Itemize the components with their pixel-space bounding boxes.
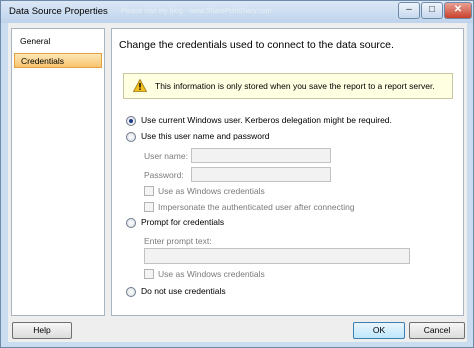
ok-button[interactable]: OK	[353, 322, 405, 339]
page-navigation: General Credentials	[11, 28, 105, 316]
password-field[interactable]	[191, 167, 331, 182]
nav-item-credentials[interactable]: Credentials	[14, 53, 102, 68]
info-banner: This information is only stored when you…	[123, 73, 453, 99]
prompt-text-field[interactable]	[144, 248, 410, 264]
user-name-field[interactable]	[191, 148, 331, 163]
warning-icon	[133, 79, 147, 92]
prompt-text-label: Enter prompt text:	[144, 236, 212, 246]
impersonate-checkbox[interactable]	[144, 202, 154, 212]
use-windows-credentials-checkbox-2[interactable]	[144, 269, 154, 279]
radio-no-credentials-label[interactable]: Do not use credentials	[141, 286, 226, 296]
impersonate-label: Impersonate the authenticated user after…	[158, 202, 355, 212]
maximize-button[interactable]: □	[421, 2, 443, 19]
info-text: This information is only stored when you…	[155, 81, 435, 91]
minimize-button[interactable]: –	[398, 2, 420, 19]
cancel-button[interactable]: Cancel	[409, 322, 465, 339]
dialog-body: General Credentials Change the credentia…	[8, 23, 467, 342]
dialog-window: Data Source Properties Please visit my b…	[0, 0, 474, 348]
use-windows-credentials-label-1: Use as Windows credentials	[158, 186, 265, 196]
window-title: Data Source Properties	[9, 6, 108, 17]
panel-heading: Change the credentials used to connect t…	[119, 39, 394, 51]
watermark-text: Please visit my blog - www.SharePointDia…	[121, 8, 272, 15]
use-windows-credentials-label-2: Use as Windows credentials	[158, 269, 265, 279]
use-windows-credentials-checkbox-1[interactable]	[144, 186, 154, 196]
close-button[interactable]: ✕	[444, 2, 472, 19]
radio-user-password[interactable]	[126, 132, 136, 142]
password-label: Password:	[144, 170, 184, 180]
help-button[interactable]: Help	[12, 322, 72, 339]
radio-user-password-label[interactable]: Use this user name and password	[141, 131, 270, 141]
radio-windows-user[interactable]	[126, 116, 136, 126]
radio-prompt-label[interactable]: Prompt for credentials	[141, 217, 224, 227]
radio-prompt[interactable]	[126, 218, 136, 228]
credentials-panel: Change the credentials used to connect t…	[111, 28, 464, 316]
title-bar[interactable]: Data Source Properties Please visit my b…	[1, 1, 473, 23]
user-name-label: User name:	[144, 151, 188, 161]
nav-item-general[interactable]: General	[14, 34, 102, 49]
radio-no-credentials[interactable]	[126, 287, 136, 297]
radio-windows-user-label[interactable]: Use current Windows user. Kerberos deleg…	[141, 115, 392, 125]
